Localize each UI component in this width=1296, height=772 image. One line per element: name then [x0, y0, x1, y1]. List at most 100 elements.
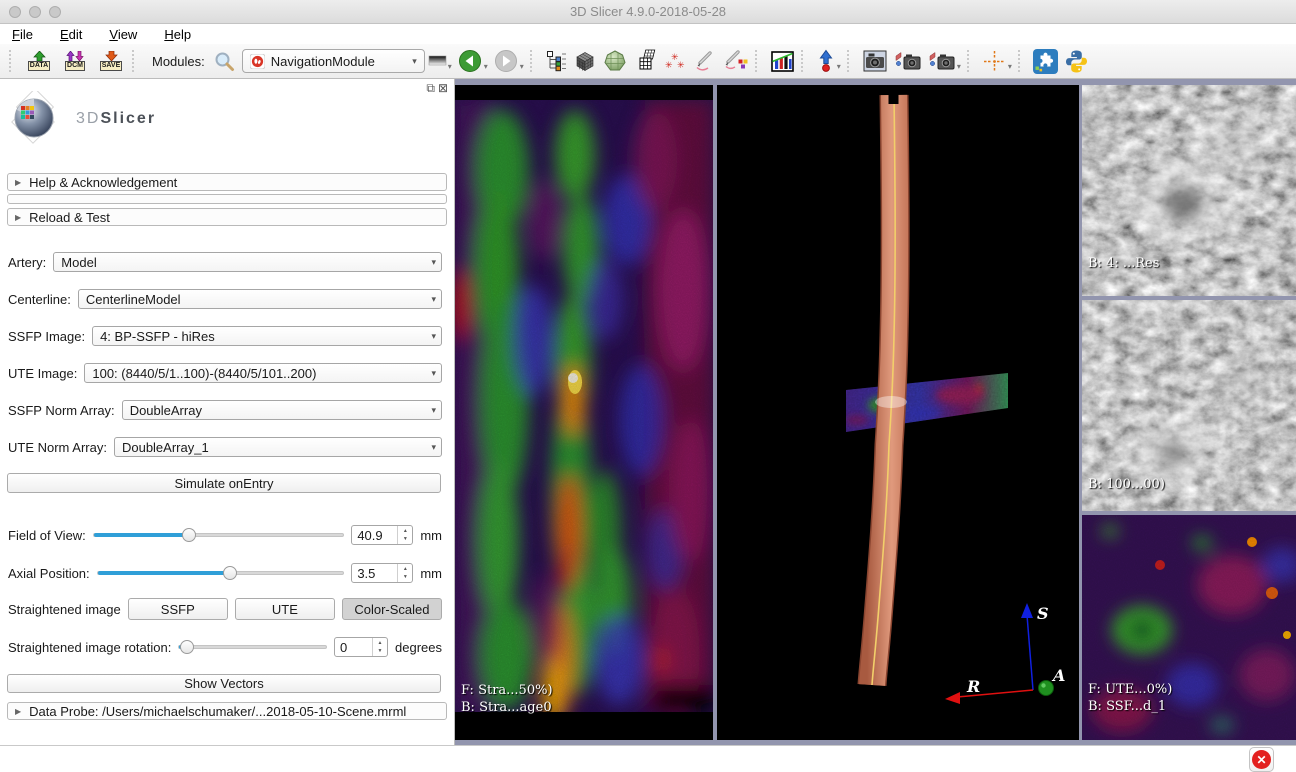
axial-position-spinbox[interactable]: 3.5 ▲▼ — [351, 563, 413, 583]
menu-help[interactable]: Help — [164, 27, 191, 42]
ute-norm-array-label: UTE Norm Array: — [8, 440, 107, 455]
save-button[interactable]: SAVE — [93, 46, 129, 76]
python-console-button[interactable] — [1061, 46, 1092, 76]
charts-button[interactable] — [767, 46, 798, 76]
slider-handle[interactable] — [182, 528, 196, 542]
toolbar-grip[interactable] — [967, 50, 974, 72]
spin-down-icon: ▼ — [403, 536, 408, 542]
restore-scene-view-button[interactable]: ▾ — [925, 46, 964, 76]
help-acknowledgement-section[interactable]: ▶ Help & Acknowledgement — [7, 173, 447, 191]
threed-view[interactable]: S R A — [717, 85, 1079, 740]
chevron-down-icon: ▾ — [448, 62, 452, 71]
simulate-onentry-button[interactable]: Simulate onEntry — [7, 473, 441, 493]
volume-rendering-button[interactable] — [570, 46, 600, 76]
models-sphere-icon — [603, 49, 627, 73]
rotation-spinbox[interactable]: 0 ▲▼ — [334, 637, 388, 657]
collapse-arrow-icon: ▶ — [15, 707, 21, 716]
crosshair-button[interactable]: ▾ — [979, 46, 1015, 76]
spin-down-icon: ▼ — [403, 574, 408, 580]
toolbar-grip[interactable] — [530, 50, 537, 72]
slider-handle[interactable] — [180, 640, 194, 654]
module-selector-value: NavigationModule — [271, 54, 375, 69]
data-probe-section[interactable]: ▶ Data Probe: /Users/michaelschumaker/..… — [7, 702, 447, 720]
show-vectors-button[interactable]: Show Vectors — [7, 674, 441, 693]
annotations-button[interactable] — [690, 46, 720, 76]
close-panel-button[interactable]: ⊠ — [438, 81, 448, 96]
markups-button[interactable]: ✳✳✳ — [660, 46, 690, 76]
ssfp-button[interactable]: SSFP — [128, 598, 228, 620]
place-fiducial-button[interactable]: ▾ — [813, 46, 844, 76]
straightened-image-row: Straightened image SSFP UTE Color-Scaled — [8, 598, 442, 620]
toolbar-grip[interactable] — [847, 50, 854, 72]
module-selector[interactable]: NavigationModule ▾ — [242, 49, 425, 73]
transforms-button[interactable] — [630, 46, 660, 76]
field-of-view-spinbox[interactable]: 40.9 ▲▼ — [351, 525, 413, 545]
ute-norm-array-selector[interactable]: DoubleArray_1▾ — [114, 437, 442, 457]
artery-selector[interactable]: Model▾ — [53, 252, 442, 272]
ute-image-row: UTE Image: 100: (8440/5/1..100)-(8440/5/… — [8, 363, 442, 383]
slicer-logo: 3DSlicer — [6, 91, 156, 147]
slider-handle[interactable] — [223, 566, 237, 580]
menu-edit[interactable]: Edit — [60, 27, 82, 42]
annotation-color-button[interactable] — [720, 46, 752, 76]
toolbar-grip[interactable] — [132, 50, 139, 72]
ute-image-selector[interactable]: 100: (8440/5/1..100)-(8440/5/101..200)▾ — [84, 363, 442, 383]
toolbar-grip[interactable] — [9, 50, 16, 72]
load-data-button[interactable]: DATA — [21, 46, 57, 76]
restore-scene-view-icon — [928, 49, 956, 73]
field-of-view-label: Field of View: — [8, 528, 86, 543]
straightened-background-label: B: Stra...age0 — [461, 699, 552, 716]
annotation-pen-icon — [693, 49, 717, 73]
save-icon: SAVE — [96, 51, 126, 71]
menu-file[interactable]: File — [12, 27, 33, 42]
ssfp-norm-array-label: SSFP Norm Array: — [8, 403, 115, 418]
toolbar-grip[interactable] — [1018, 50, 1025, 72]
scene-view-camera-icon — [894, 49, 922, 73]
ssfp-image-selector[interactable]: 4: BP-SSFP - hiRes▾ — [92, 326, 442, 346]
subject-hierarchy-icon — [545, 50, 567, 72]
module-search-button[interactable] — [211, 46, 238, 76]
threshold-icon — [428, 51, 447, 71]
collapse-arrow-icon: ▶ — [15, 213, 21, 222]
toolbar-grip[interactable] — [801, 50, 808, 72]
straightened-image-view[interactable]: F: Stra...50%) B: Stra...age0 — [455, 85, 713, 740]
menu-view[interactable]: View — [109, 27, 137, 42]
error-log-button[interactable]: ✕ — [1249, 747, 1274, 772]
slice-view-yellow[interactable]: B: 100...00) — [1082, 300, 1296, 511]
module-history-forward-button[interactable]: ▾ — [491, 46, 527, 76]
ssfp-norm-array-selector[interactable]: DoubleArray▾ — [122, 400, 442, 420]
load-dicom-button[interactable]: DCM — [57, 46, 93, 76]
screenshot-button[interactable] — [859, 46, 891, 76]
centerline-row: Centerline: CenterlineModel▾ — [8, 289, 442, 309]
viewport-area: F: Stra...50%) B: Stra...age0 — [455, 79, 1296, 745]
chevron-down-icon: ▾ — [431, 294, 436, 305]
centerline-selector[interactable]: CenterlineModel▾ — [78, 289, 442, 309]
axial-position-slider[interactable] — [97, 571, 345, 575]
ute-button[interactable]: UTE — [235, 598, 335, 620]
spin-up-icon: ▲ — [378, 640, 383, 646]
undock-panel-button[interactable]: ⧉ — [426, 81, 435, 96]
toolbar-grip[interactable] — [755, 50, 762, 72]
ute-norm-array-row: UTE Norm Array: DoubleArray_1▾ — [8, 437, 442, 457]
models-button[interactable] — [600, 46, 630, 76]
field-of-view-slider[interactable] — [93, 533, 345, 537]
reload-test-section[interactable]: ▶ Reload & Test — [7, 208, 447, 226]
extensions-puzzle-icon — [1033, 49, 1058, 74]
slice-view-red[interactable]: B: 4: ...Res — [1082, 85, 1296, 296]
scene-view-button[interactable] — [891, 46, 925, 76]
slicer-logo-icon — [6, 91, 68, 147]
slice-view-green[interactable]: F: UTE...0%) B: SSF...d_1 — [1082, 515, 1296, 740]
place-point-icon — [816, 49, 836, 73]
dicom-icon: DCM — [60, 51, 90, 71]
volume-cube-icon — [573, 49, 597, 73]
color-scaled-button[interactable]: Color-Scaled — [342, 598, 442, 620]
threshold-button[interactable]: ▾ — [425, 46, 455, 76]
extensions-manager-button[interactable] — [1030, 46, 1061, 76]
chevron-down-icon: ▾ — [837, 62, 841, 71]
annotation-pen-color-icon — [723, 49, 749, 73]
history-forward-icon — [494, 49, 519, 74]
module-history-back-button[interactable]: ▾ — [455, 46, 491, 76]
subject-hierarchy-button[interactable] — [542, 46, 570, 76]
axis-a-label: A — [1051, 666, 1065, 685]
rotation-slider[interactable] — [178, 645, 327, 649]
